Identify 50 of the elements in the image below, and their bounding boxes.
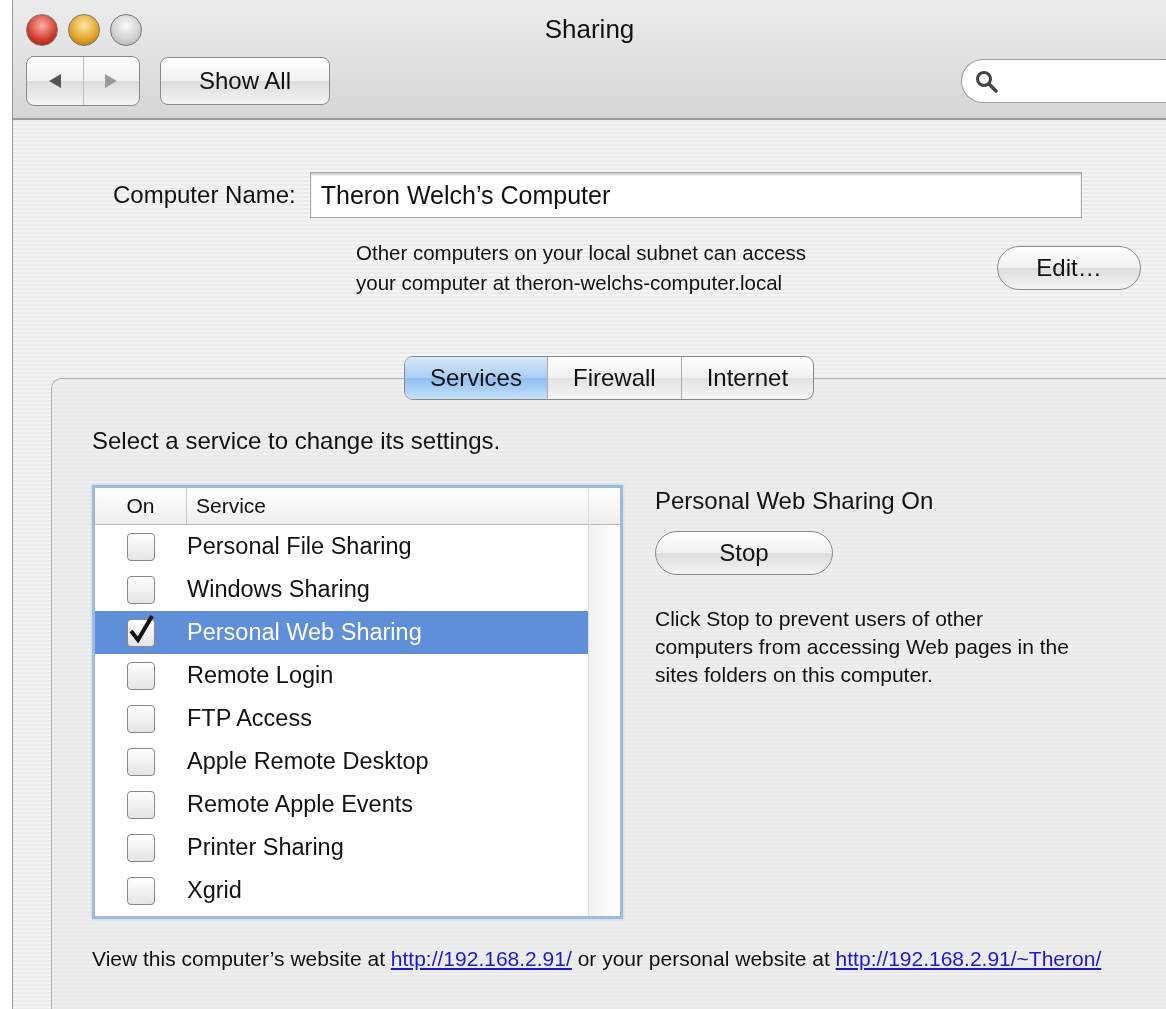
stop-button[interactable]: Stop bbox=[655, 531, 833, 575]
service-name: Remote Apple Events bbox=[187, 791, 413, 818]
status-label: Personal Web Sharing On bbox=[655, 487, 935, 515]
address-note: Other computers on your local subnet can access your computer at theron-welchs-computer.local bbox=[356, 240, 807, 296]
checkbox[interactable] bbox=[127, 747, 155, 776]
service-row[interactable]: Remote Apple Events bbox=[95, 783, 588, 826]
minimize-button[interactable] bbox=[68, 14, 100, 46]
service-name: Xgrid bbox=[187, 877, 242, 904]
computer-name-label: Computer Name: bbox=[113, 181, 296, 209]
search-field[interactable] bbox=[961, 59, 1166, 103]
checkmark-icon bbox=[128, 613, 154, 644]
scroll-bar[interactable] bbox=[588, 488, 620, 916]
tab[interactable]: Services bbox=[404, 357, 547, 399]
service-row[interactable]: Xgrid bbox=[95, 869, 588, 912]
checkbox[interactable] bbox=[127, 833, 155, 862]
window-title: Sharing bbox=[544, 14, 635, 45]
service-name: Remote Login bbox=[187, 662, 334, 689]
website-link[interactable]: http://192.168.2.91/~Theron/ bbox=[835, 947, 1102, 970]
service-row[interactable]: Personal File Sharing bbox=[95, 525, 588, 568]
service-name: Personal Web Sharing bbox=[187, 619, 422, 646]
description-text: Click Stop to prevent users of other computers from accessing Web pages in the sites folders on this computer. bbox=[655, 606, 1070, 688]
checkbox[interactable] bbox=[127, 532, 155, 561]
service-name: Apple Remote Desktop bbox=[187, 748, 429, 775]
instruction-text: Select a service to change its settings. bbox=[92, 427, 502, 455]
checkbox[interactable] bbox=[127, 790, 155, 819]
website-link[interactable]: http://192.168.2.91/ bbox=[390, 947, 572, 970]
computer-name-field[interactable]: Theron Welch’s Computer bbox=[309, 172, 1082, 218]
checkbox[interactable] bbox=[127, 876, 155, 905]
website-note: View this computer’s website at http://192.168.2.91/ or your personal website at http://192.168.2.91/~Theron/ bbox=[92, 946, 1103, 972]
service-row[interactable]: Apple Remote Desktop bbox=[95, 740, 588, 783]
close-button[interactable] bbox=[26, 14, 58, 46]
checkbox[interactable] bbox=[127, 618, 155, 647]
search-icon bbox=[974, 69, 998, 93]
service-name: Printer Sharing bbox=[187, 834, 344, 861]
tab[interactable]: Firewall bbox=[546, 357, 681, 399]
show-all-button[interactable]: Show All bbox=[160, 57, 330, 105]
zoom-button[interactable] bbox=[110, 14, 142, 46]
edit-button[interactable]: Edit… bbox=[997, 246, 1141, 290]
service-row[interactable]: Windows Sharing bbox=[95, 568, 588, 611]
service-name: FTP Access bbox=[187, 705, 312, 732]
column-header[interactable]: Service bbox=[187, 488, 267, 524]
service-row[interactable]: FTP Access bbox=[95, 697, 588, 740]
column-header[interactable]: On bbox=[95, 488, 187, 524]
checkbox[interactable] bbox=[127, 704, 155, 733]
service-row[interactable]: Printer Sharing bbox=[95, 826, 588, 869]
service-name: Windows Sharing bbox=[187, 576, 370, 603]
service-row[interactable]: Remote Login bbox=[95, 654, 588, 697]
service-name: Personal File Sharing bbox=[187, 533, 412, 560]
checkbox[interactable] bbox=[127, 575, 155, 604]
checkbox[interactable] bbox=[127, 661, 155, 690]
